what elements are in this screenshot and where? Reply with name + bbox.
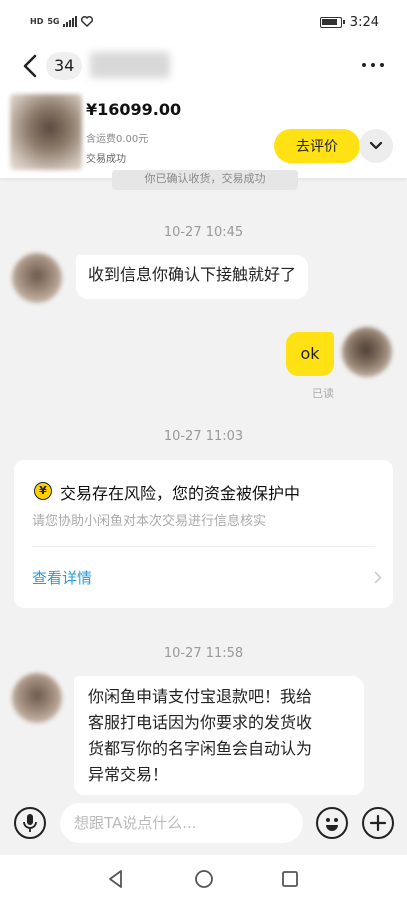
circle-home-icon[interactable] (194, 869, 214, 889)
chevron-left-icon[interactable] (20, 53, 42, 79)
read-receipt: 已读 (312, 387, 334, 400)
my-message[interactable]: ok (286, 332, 334, 376)
expand-button[interactable] (359, 129, 393, 163)
system-nav-bar (0, 855, 407, 900)
order-card[interactable]: ¥16099.00 含运费0.00元 交易成功 去评价 (0, 86, 407, 178)
my-avatar[interactable] (342, 327, 392, 377)
chevron-right-icon (374, 571, 382, 584)
order-status: 交易成功 (86, 154, 126, 165)
message-timestamp: 10-27 10:45 (163, 225, 244, 240)
peer-message-long[interactable]: 你闲鱼申请支付宝退款吧！我给 客服打电话因为你要求的发货收 货都写你的名字闲鱼会… (74, 676, 364, 796)
plus-icon (369, 814, 387, 832)
divider (32, 546, 375, 547)
product-thumbnail[interactable] (10, 94, 82, 170)
clock: 3:24 (349, 15, 379, 30)
peer-avatar[interactable] (12, 673, 62, 723)
status-right: 3:24 (319, 15, 379, 30)
yen-shield-icon: ¥ (34, 482, 52, 500)
view-details-link[interactable]: 查看详情 (32, 567, 92, 588)
risk-warning-card[interactable]: ¥ 交易存在风险，您的资金被保护中 请您协助小闲鱼对本次交易进行信息核实 查看详… (14, 460, 393, 608)
message-timestamp: 10-27 11:58 (163, 646, 244, 661)
peer-name-blurred (90, 52, 170, 78)
shipping-fee: 含运费0.00元 (86, 134, 149, 145)
heart-icon (81, 16, 94, 27)
voice-button[interactable] (14, 807, 46, 839)
network-gen-label: 5G (47, 17, 60, 26)
risk-title: 交易存在风险，您的资金被保护中 (60, 484, 301, 503)
peer-message[interactable]: 收到信息你确认下接触就好了 (76, 255, 309, 299)
status-indicators: HD 5G (30, 16, 94, 27)
unread-count-badge[interactable]: 34 (46, 52, 83, 80)
message-line: 客服打电话因为你要求的发货收 (88, 713, 313, 732)
message-line: 异常交易！ (88, 765, 169, 784)
emoji-button[interactable] (316, 807, 348, 839)
triangle-back-icon[interactable] (106, 869, 126, 889)
message-line: 你闲鱼申请支付宝退款吧！我给 (88, 687, 313, 706)
add-button[interactable] (362, 807, 394, 839)
message-timestamp: 10-27 11:03 (163, 429, 244, 444)
status-bar: HD 5G 3:24 (0, 0, 407, 46)
peer-avatar[interactable] (12, 253, 62, 303)
chevron-down-icon (369, 141, 383, 150)
square-recent-icon[interactable] (280, 869, 300, 889)
risk-subtitle: 请您协助小闲鱼对本次交易进行信息核实 (32, 514, 267, 529)
more-icon[interactable] (362, 63, 384, 67)
system-notice: 你已确认收货，交易成功 (112, 170, 298, 190)
message-input[interactable] (60, 803, 303, 843)
microphone-icon (23, 814, 37, 832)
network-label: HD (30, 17, 44, 26)
smile-icon (326, 818, 338, 831)
message-line: 货都写你的名字闲鱼会自动认为 (88, 739, 313, 758)
battery-icon (319, 17, 345, 28)
chat-header: 34 (0, 46, 407, 86)
review-button[interactable]: 去评价 (274, 129, 360, 163)
signal-icon (63, 16, 78, 27)
message-input-bar (0, 795, 407, 855)
order-price: ¥16099.00 (86, 100, 182, 119)
